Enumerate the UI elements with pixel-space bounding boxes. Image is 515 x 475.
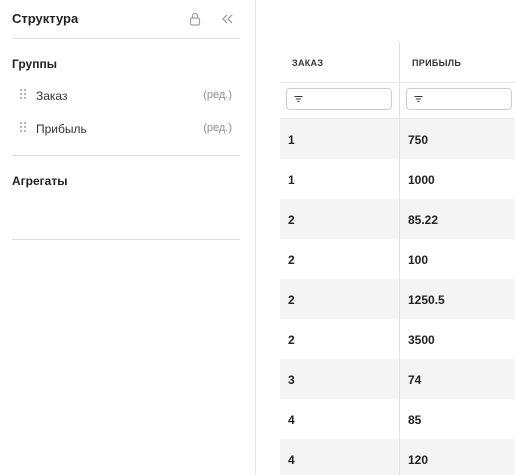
groups-title: Группы: [12, 57, 57, 71]
filter-icon: [294, 95, 303, 103]
double-chevron-left-icon[interactable]: [219, 11, 235, 29]
table-row[interactable]: 3 74: [280, 359, 515, 399]
group-item-profit[interactable]: Прибыль (ред.): [12, 118, 240, 140]
cell-order: 2: [288, 293, 295, 307]
filter-icon: [414, 95, 423, 103]
table-row[interactable]: 2 1250.5: [280, 279, 515, 319]
cell-profit: 1000: [408, 173, 435, 187]
filter-field-order[interactable]: [286, 88, 392, 110]
cell-profit: 85.22: [408, 213, 439, 227]
column-divider: [399, 42, 400, 475]
table-row[interactable]: 1 750: [280, 119, 515, 159]
edit-link[interactable]: (ред.): [203, 89, 232, 101]
panel-header: Структура: [12, 11, 240, 29]
table-row[interactable]: 1 1000: [280, 159, 515, 199]
column-header-profit[interactable]: ПРИБЫЛЬ: [400, 42, 515, 82]
cell-order: 2: [288, 213, 295, 227]
header-divider: [12, 38, 240, 39]
cell-order: 4: [288, 453, 295, 467]
group-item-order[interactable]: Заказ (ред.): [12, 85, 240, 107]
column-header-label: ЗАКАЗ: [292, 58, 324, 68]
cell-order: 2: [288, 333, 295, 347]
cell-profit: 120: [408, 453, 429, 467]
group-item-label: Заказ: [36, 89, 68, 103]
cell-profit: 100: [408, 253, 429, 267]
aggregates-title: Агрегаты: [12, 174, 68, 188]
cell-profit: 85: [408, 413, 422, 427]
lock-icon[interactable]: [188, 11, 204, 29]
cell-order: 1: [288, 133, 295, 147]
edit-link[interactable]: (ред.): [203, 122, 232, 134]
aggregates-divider: [12, 239, 240, 240]
groups-divider: [12, 155, 240, 156]
table-row[interactable]: 2 85.22: [280, 199, 515, 239]
cell-order: 3: [288, 373, 295, 387]
data-table: ЗАКАЗ ПРИБЫЛЬ 1 750 1 1000 2 85.22 2 100: [280, 42, 515, 475]
cell-profit: 750: [408, 133, 429, 147]
cell-order: 1: [288, 173, 295, 187]
group-item-label: Прибыль: [36, 122, 87, 136]
filter-input-order[interactable]: [307, 91, 391, 109]
cell-profit: 1250.5: [408, 293, 445, 307]
filter-row: [280, 83, 515, 119]
filter-input-profit[interactable]: [427, 91, 511, 109]
drag-handle-icon[interactable]: [20, 89, 26, 101]
column-header-order[interactable]: ЗАКАЗ: [280, 42, 399, 82]
panel-title: Структура: [12, 11, 79, 26]
table-row[interactable]: 4 85: [280, 399, 515, 439]
cell-order: 2: [288, 253, 295, 267]
table-row[interactable]: 2 3500: [280, 319, 515, 359]
table-row[interactable]: 2 100: [280, 239, 515, 279]
drag-handle-icon[interactable]: [20, 122, 26, 134]
cell-profit: 74: [408, 373, 422, 387]
cell-order: 4: [288, 413, 295, 427]
column-header-label: ПРИБЫЛЬ: [412, 58, 462, 68]
filter-field-profit[interactable]: [406, 88, 512, 110]
cell-profit: 3500: [408, 333, 435, 347]
structure-panel: Структура Группы Заказ (ред.) Прибыль (р…: [0, 0, 256, 475]
table-row[interactable]: 4 120: [280, 439, 515, 475]
